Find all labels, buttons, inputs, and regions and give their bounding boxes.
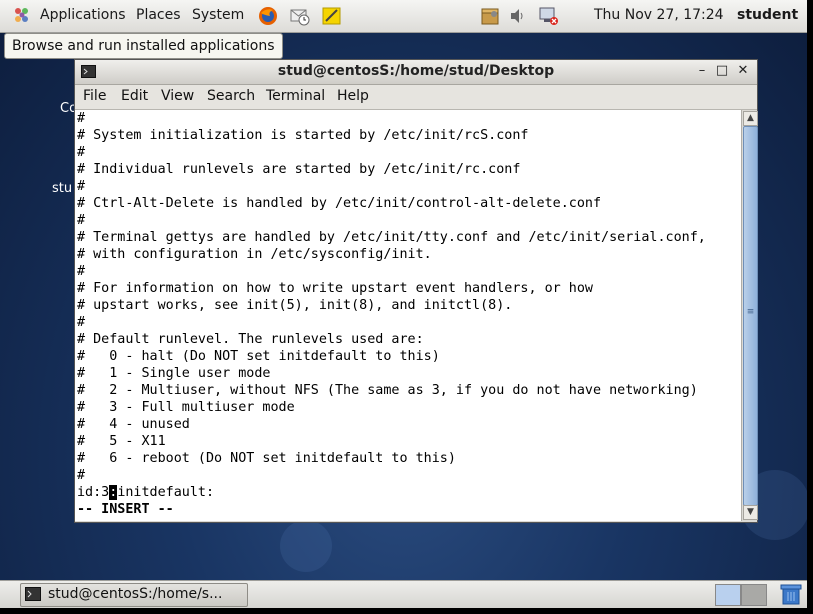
terminal-icon: [25, 587, 41, 601]
menu-applications[interactable]: Applications: [40, 7, 126, 23]
minimize-icon[interactable]: –: [693, 62, 711, 80]
mail-clock-icon[interactable]: [290, 6, 310, 26]
bottom-panel: stud@centosS:/home/s...: [0, 580, 807, 608]
terminal-line: # Terminal gettys are handled by /etc/in…: [77, 230, 706, 245]
window-title: stud@centosS:/home/stud/Desktop: [277, 63, 555, 79]
terminal-line: # Ctrl-Alt-Delete is handled by /etc/ini…: [77, 196, 602, 211]
menu-file[interactable]: File: [83, 88, 106, 104]
terminal-scrollbar[interactable]: ▲ ≡ ▼: [741, 110, 758, 521]
package-updates-icon[interactable]: [480, 6, 500, 26]
terminal-window: stud@centosS:/home/stud/Desktop – □ ✕ Fi…: [74, 59, 758, 523]
terminal-line: # with configuration in /etc/sysconfig/i…: [77, 247, 432, 262]
edit-line-before: id:3: [77, 485, 110, 500]
terminal-line: #: [77, 315, 86, 330]
terminal-line: # 5 - X11: [77, 434, 166, 449]
terminal-line: #: [77, 179, 86, 194]
menu-view[interactable]: View: [161, 88, 194, 104]
menu-system[interactable]: System: [192, 7, 244, 23]
menu-search[interactable]: Search: [207, 88, 255, 104]
scrollbar-thumb[interactable]: ≡: [743, 126, 758, 506]
network-icon[interactable]: [538, 6, 558, 26]
window-titlebar[interactable]: stud@centosS:/home/stud/Desktop – □ ✕: [75, 60, 757, 85]
taskbar-label: stud@centosS:/home/s...: [48, 586, 223, 602]
gnome-foot-icon[interactable]: [12, 6, 32, 26]
terminal-line: #: [77, 111, 86, 126]
scroll-up-icon[interactable]: ▲: [743, 111, 758, 126]
tooltip: Browse and run installed applications: [4, 33, 283, 59]
window-menubar: File Edit View Search Terminal Help: [75, 85, 757, 110]
terminal-line: # Individual runlevels are started by /e…: [77, 162, 521, 177]
desktop-icon-label[interactable]: stu: [52, 181, 72, 196]
maximize-icon[interactable]: □: [713, 62, 731, 80]
terminal-line: # System initialization is started by /e…: [77, 128, 529, 143]
terminal-line: # For information on how to write upstar…: [77, 281, 593, 296]
terminal-line: # 4 - unused: [77, 417, 190, 432]
menu-help[interactable]: Help: [337, 88, 369, 104]
vim-status-line: -- INSERT --: [77, 502, 174, 517]
trash-icon[interactable]: [780, 584, 802, 605]
notes-icon[interactable]: [322, 6, 342, 26]
firefox-icon[interactable]: [258, 6, 278, 26]
volume-icon[interactable]: [508, 6, 528, 26]
terminal-area[interactable]: # # System initialization is started by …: [75, 110, 741, 521]
terminal-line: # 3 - Full multiuser mode: [77, 400, 295, 415]
terminal-edit-line: id:3:initdefault:: [77, 484, 214, 501]
menu-terminal[interactable]: Terminal: [266, 88, 325, 104]
terminal-line: # 0 - halt (Do NOT set initdefault to th…: [77, 349, 440, 364]
wallpaper-orb: [280, 520, 332, 572]
terminal-line: # 2 - Multiuser, without NFS (The same a…: [77, 383, 698, 398]
scroll-down-icon[interactable]: ▼: [743, 505, 758, 520]
terminal-line: # 6 - reboot (Do NOT set initdefault to …: [77, 451, 456, 466]
top-panel: Applications Places System Thu Nov 27, 1…: [0, 0, 807, 33]
terminal-line: #: [77, 145, 86, 160]
terminal-line: # 1 - Single user mode: [77, 366, 271, 381]
user-menu[interactable]: student: [737, 7, 798, 23]
terminal-line: # upstart works, see init(5), init(8), a…: [77, 298, 513, 313]
terminal-line: #: [77, 264, 86, 279]
menu-edit[interactable]: Edit: [121, 88, 148, 104]
close-icon[interactable]: ✕: [734, 62, 752, 80]
terminal-line: #: [77, 213, 86, 228]
workspace-2[interactable]: [741, 584, 767, 606]
clock[interactable]: Thu Nov 27, 17:24: [594, 7, 724, 23]
menu-places[interactable]: Places: [136, 7, 181, 23]
edit-line-after: initdefault:: [117, 485, 215, 500]
taskbar-terminal-button[interactable]: stud@centosS:/home/s...: [20, 583, 248, 607]
desktop: Co stu Applications Places System Thu No…: [0, 0, 807, 608]
workspace-1[interactable]: [715, 584, 741, 606]
grip-icon: ≡: [746, 307, 755, 317]
terminal-line: #: [77, 468, 86, 483]
terminal-line: # Default runlevel. The runlevels used a…: [77, 332, 424, 347]
